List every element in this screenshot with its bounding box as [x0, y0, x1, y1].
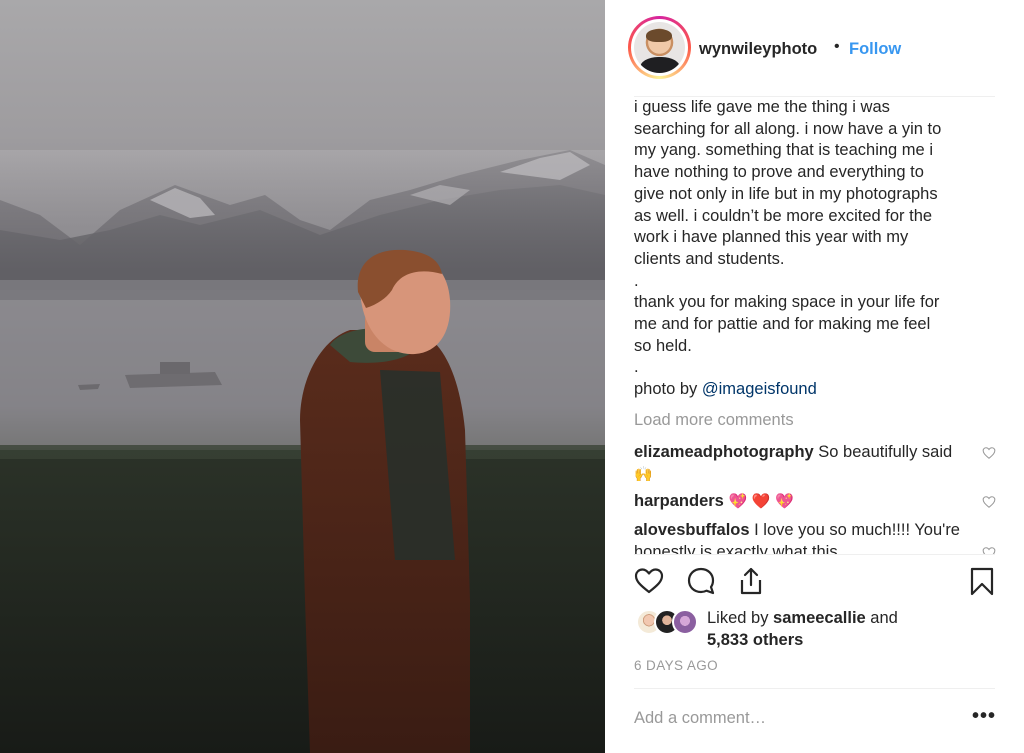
comment-username[interactable]: alovesbuffalos [634, 521, 750, 539]
avatar-frame [631, 19, 688, 76]
small-heart-icon[interactable] [982, 546, 996, 554]
caption-line: have nothing to prove and everything to [634, 163, 924, 182]
post-timestamp[interactable]: 6 DAYS AGO [634, 658, 718, 673]
comment-text: So beautifully said [813, 442, 953, 461]
comments-scroll-area[interactable]: i guess life gave me the thing i was sea… [634, 97, 996, 554]
likes-row: Liked by sameecallie and 5,833 others [634, 606, 996, 652]
comment-username[interactable]: elizameadphotography [634, 443, 814, 461]
avatar-hair [646, 29, 672, 42]
action-bar [605, 560, 1024, 606]
comment-box-divider [634, 688, 995, 689]
caption-line: as well. i couldn’t be more excited for … [634, 206, 933, 225]
raising-hands-emoji: 🙌 [634, 464, 653, 483]
likes-and: and [865, 609, 898, 627]
hearts-emoji: 💖 ❤️ 💖 [728, 492, 795, 511]
caption-line: my yang. something that is teaching me i [634, 141, 933, 160]
more-options-icon[interactable]: ••• [972, 705, 996, 728]
post-header: wynwileyphoto • Follow [605, 0, 1024, 97]
caption-line: i guess life gave me the thing i was [634, 98, 890, 116]
small-heart-icon[interactable] [982, 495, 996, 509]
caption-line: searching for all along. i now have a yi… [634, 119, 942, 138]
load-more-comments-button[interactable]: Load more comments [634, 409, 996, 431]
avatar-image [634, 22, 685, 73]
username-link[interactable]: wynwileyphoto [699, 40, 817, 59]
comment-username[interactable]: harpanders [634, 492, 724, 510]
bookmark-icon[interactable] [967, 566, 997, 596]
photo-illustration [0, 150, 605, 753]
share-upload-icon[interactable] [736, 566, 766, 596]
likes-count-link[interactable]: 5,833 others [707, 631, 803, 649]
post-photo[interactable] [0, 0, 605, 753]
photo-credit: photo by @imageisfound [634, 379, 996, 401]
follow-button[interactable]: Follow [849, 40, 901, 59]
comment-item: alovesbuffalos I love you so much!!!! Yo… [634, 520, 996, 554]
comment-item: elizameadphotography So beautifully said… [634, 442, 996, 485]
mention-link[interactable]: @imageisfound [702, 380, 817, 398]
small-heart-icon[interactable] [982, 446, 996, 460]
avatar-shirt [640, 57, 680, 73]
header-separator: • [834, 38, 840, 55]
caption-line: give not only in life but in my photogra… [634, 184, 938, 203]
caption-line: work i have planned this year with my [634, 228, 909, 247]
likes-prefix: Liked by [707, 609, 774, 627]
post-caption: i guess life gave me the thing i was sea… [634, 97, 996, 401]
caption-line: me and for pattie and for making me feel [634, 315, 931, 334]
caption-line: clients and students. [634, 249, 785, 268]
caption-line: thank you for making space in your life … [634, 293, 940, 312]
liker-username-link[interactable]: sameecallie [773, 609, 866, 627]
credit-prefix: photo by [634, 380, 702, 399]
add-comment-input[interactable] [634, 703, 954, 733]
post-panel: wynwileyphoto • Follow i guess life gave… [605, 0, 1024, 753]
caption-line: . [634, 271, 639, 290]
caption-line: . [634, 358, 639, 377]
heart-outline-icon[interactable] [634, 566, 664, 596]
avatar[interactable] [628, 16, 691, 79]
caption-line: so held. [634, 336, 692, 355]
actions-divider [634, 554, 995, 555]
comment-item: harpanders 💖 ❤️ 💖 [634, 491, 996, 513]
liker-avatar-3[interactable] [672, 609, 698, 635]
speech-bubble-icon[interactable] [686, 566, 716, 596]
likes-summary: Liked by sameecallie and 5,833 others [707, 608, 898, 651]
